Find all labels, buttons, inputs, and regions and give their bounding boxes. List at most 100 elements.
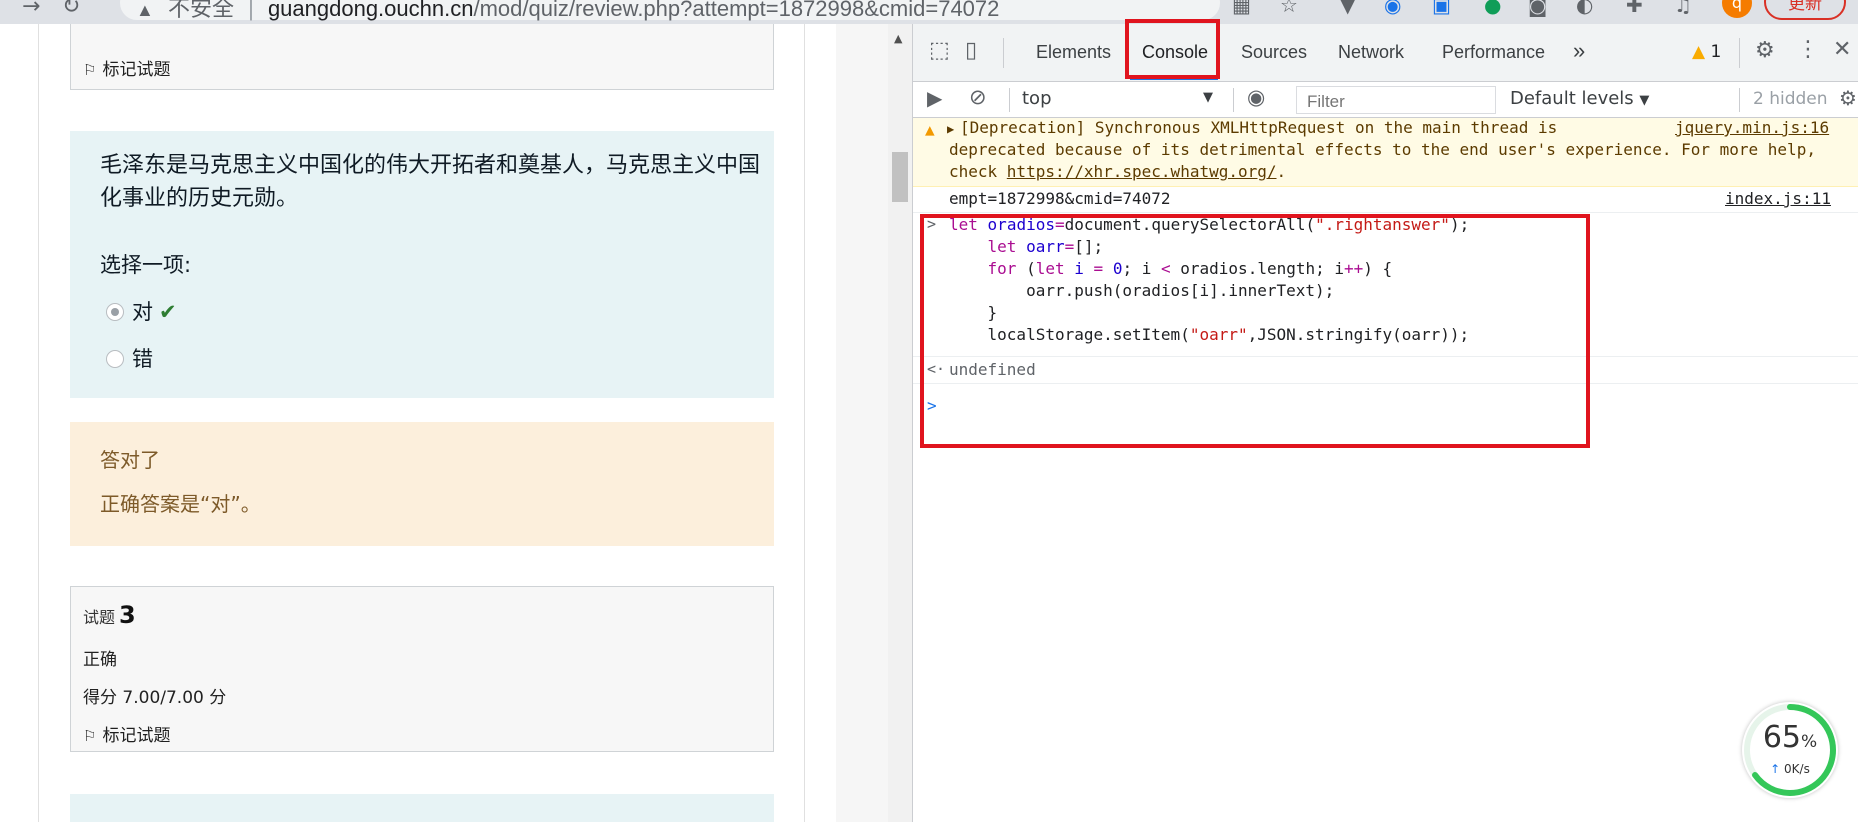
chevron-down-icon: ▼ — [1639, 93, 1650, 108]
flag-question-link[interactable]: ⚐ 标记试题 — [83, 721, 170, 746]
warning-icon: ▲ — [1692, 42, 1706, 62]
forward-arrow-icon[interactable]: → — [22, 0, 40, 19]
extension-chat-icon[interactable]: ● — [1484, 0, 1501, 17]
sidebar-toggle-icon[interactable]: ▶ — [927, 86, 942, 110]
scroll-up-icon[interactable]: ▲ — [894, 32, 902, 45]
extension-circle-icon[interactable]: ◉ — [1384, 0, 1401, 17]
warning-text: . — [1276, 162, 1287, 181]
option-label: 对 — [132, 300, 153, 324]
warning-text-line: [Deprecation] Synchronous XMLHttpRequest… — [960, 118, 1558, 137]
filter-input[interactable] — [1305, 91, 1489, 113]
question-text: 毛泽东是马克思主义中国化的伟大开拓者和奠基人，马克思主义中国化事业的历史元勋。 — [100, 153, 761, 211]
page-scrollbar[interactable]: ▲ — [888, 24, 912, 822]
warning-badge[interactable]: ▲ 1 — [1692, 42, 1721, 62]
divider: | — [248, 0, 254, 21]
more-tabs-icon[interactable]: » — [1573, 38, 1585, 64]
levels-dropdown[interactable]: Default levels ▼ — [1510, 88, 1649, 109]
page-gutter — [836, 24, 888, 822]
console-log-message: empt=1872998&cmid=74072 index.js:11 — [913, 186, 1858, 213]
flag-icon: ⚐ — [83, 727, 97, 745]
tab-network[interactable]: Network — [1338, 42, 1404, 63]
qr-code-icon[interactable]: ▦ — [1232, 0, 1251, 17]
radio-false[interactable] — [106, 350, 124, 368]
divider — [1233, 88, 1234, 112]
url-text[interactable]: ▲ 不安全 | guangdong.ouchn.cn/mod/quiz/revi… — [136, 0, 999, 23]
warning-text-line: check https://xhr.spec.whatwg.org/. — [949, 162, 1286, 181]
gear-icon[interactable]: ⚙ — [1839, 86, 1857, 110]
console-tab-highlight — [1125, 19, 1220, 79]
url-path: /mod/quiz/review.php?attempt=1872998&cmi… — [473, 0, 1000, 21]
warning-text-line: deprecated because of its detrimental ef… — [949, 140, 1816, 159]
reload-icon[interactable]: ↻ — [62, 0, 80, 19]
flag-label: 标记试题 — [102, 726, 171, 746]
update-button[interactable]: 更新 — [1764, 0, 1846, 20]
option-label: 错 — [132, 347, 153, 371]
feedback-title: 答对了 — [100, 448, 160, 472]
percent-unit: % — [1801, 732, 1818, 752]
divider — [1739, 88, 1740, 112]
extension-dark-icon[interactable]: ◐ — [1576, 0, 1593, 17]
feedback-answer: 正确答案是“对”。 — [100, 492, 261, 516]
check-icon: ✔ — [159, 300, 177, 324]
device-toolbar-icon[interactable]: ▯ — [965, 38, 977, 63]
scroll-thumb[interactable] — [892, 152, 908, 202]
question-score: 得分 7.00/7.00 分 — [83, 688, 227, 708]
warning-icon: ▲ — [925, 120, 935, 139]
percent-value: 65 — [1762, 720, 1802, 755]
option-false[interactable]: 错 — [106, 343, 153, 373]
clear-console-icon[interactable]: ⊘ — [969, 85, 987, 109]
divider — [1003, 38, 1004, 68]
close-icon[interactable]: ✕ — [1833, 37, 1851, 62]
speed-percent: 65% — [1742, 720, 1838, 755]
question-status: 正确 — [83, 650, 117, 670]
spec-link[interactable]: https://xhr.spec.whatwg.org/ — [1007, 162, 1277, 181]
warning-source-link[interactable]: jquery.min.js:16 — [1675, 118, 1829, 137]
extension-translate-icon[interactable]: ▣ — [1432, 0, 1451, 17]
extension-shield-icon[interactable]: ▼ — [1340, 0, 1355, 17]
tab-elements[interactable]: Elements — [1036, 42, 1111, 63]
question-label: 试题 — [83, 608, 116, 627]
radio-true[interactable] — [106, 303, 124, 321]
puzzle-icon[interactable]: ✚ — [1626, 0, 1643, 17]
chevron-down-icon[interactable]: ▼ — [1203, 90, 1213, 105]
security-label: 不安全 — [167, 0, 234, 21]
content-border-right — [804, 24, 805, 822]
content-border-left — [38, 24, 39, 822]
flag-icon: ⚐ — [83, 61, 97, 79]
hidden-count: 2 hidden — [1753, 89, 1828, 109]
tab-sources[interactable]: Sources — [1241, 42, 1307, 63]
avatar[interactable]: q — [1722, 0, 1752, 18]
extension-owl-icon[interactable]: ◙ — [1528, 0, 1547, 17]
expand-arrow-icon[interactable]: ▶ — [947, 122, 954, 136]
option-true[interactable]: 对 ✔ — [106, 296, 177, 326]
choose-prompt: 选择一项: — [100, 253, 192, 277]
inspect-element-icon[interactable]: ⬚ — [929, 38, 950, 63]
filter-box[interactable] — [1296, 86, 1496, 114]
context-select[interactable]: top — [1022, 88, 1052, 109]
feedback-box: 答对了 正确答案是“对”。 — [70, 422, 774, 546]
question-3-info: 试题 3 正确 得分 7.00/7.00 分 ⚐ 标记试题 — [70, 586, 774, 752]
playlist-icon[interactable]: ♫ — [1674, 0, 1692, 17]
network-speed-widget[interactable]: 65% ↑ 0K/s — [1742, 702, 1838, 798]
next-question-content — [70, 794, 774, 822]
console-toolbar: ▶ ⊘ top ▼ ◉ Default levels ▼ 2 hidden ⚙ — [913, 82, 1858, 118]
eye-icon[interactable]: ◉ — [1247, 85, 1265, 109]
log-source-link[interactable]: index.js:11 — [1725, 189, 1831, 208]
star-icon[interactable]: ☆ — [1280, 0, 1298, 17]
upload-arrow-icon: ↑ — [1770, 762, 1781, 776]
log-text: empt=1872998&cmid=74072 — [949, 189, 1171, 208]
quiz-page: ⚐ 标记试题 毛泽东是马克思主义中国化的伟大开拓者和奠基人，马克思主义中国化事业的… — [0, 24, 836, 822]
devtools-tabbar: ⬚ ▯ Elements Console Sources Network Per… — [913, 24, 1858, 82]
speed-rate: ↑ 0K/s — [1742, 762, 1838, 776]
flag-question-link[interactable]: ⚐ 标记试题 — [83, 55, 170, 80]
rate-value: 0K/s — [1784, 762, 1810, 776]
kebab-menu-icon[interactable]: ⋮ — [1797, 37, 1819, 62]
code-highlight — [920, 214, 1590, 448]
question-number-value: 3 — [119, 601, 136, 629]
warning-text: check — [949, 162, 1007, 181]
question-number: 试题 3 — [83, 601, 136, 629]
tab-performance[interactable]: Performance — [1442, 42, 1545, 63]
url-host: guangdong.ouchn.cn — [267, 0, 474, 21]
gear-icon[interactable]: ⚙ — [1755, 38, 1775, 63]
levels-label: Default levels — [1510, 88, 1634, 109]
